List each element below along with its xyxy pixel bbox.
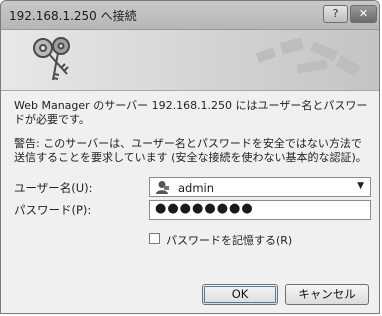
cancel-button[interactable]: キャンセル: [285, 284, 369, 305]
keys-icon: [33, 37, 70, 81]
username-label: ユーザー名(U):: [14, 181, 93, 195]
dialog-body: Web Manager のサーバー 192.168.1.250 にはユーザー名と…: [1, 91, 379, 313]
close-button[interactable]: ✕: [350, 5, 377, 23]
username-value[interactable]: admin: [178, 181, 214, 195]
ok-button[interactable]: OK: [202, 284, 278, 305]
remember-password-checkbox[interactable]: [149, 233, 160, 244]
info-message: Web Manager のサーバー 192.168.1.250 にはユーザー名と…: [14, 99, 368, 126]
password-label: パスワード(P):: [14, 203, 92, 217]
connect-dialog: 192.168.1.250 へ接続 ? ✕ Web Manager のサーバー …: [0, 0, 380, 314]
dialog-banner: [1, 30, 379, 91]
username-combobox[interactable]: admin ▼: [149, 177, 371, 197]
chevron-down-icon[interactable]: ▼: [357, 181, 364, 191]
password-mask: ●●●●●●●●: [155, 201, 254, 216]
user-icon: [156, 181, 169, 194]
warning-message: 警告: このサーバーは、ユーザー名とパスワードを安全ではない方法で送信することを…: [14, 137, 367, 164]
password-field[interactable]: ●●●●●●●●: [149, 200, 371, 220]
title-bar[interactable]: 192.168.1.250 へ接続 ? ✕: [1, 1, 379, 30]
help-button[interactable]: ?: [323, 5, 348, 23]
window-title: 192.168.1.250 へ接続: [9, 9, 137, 23]
banner-decoration: [255, 37, 361, 77]
remember-password-label[interactable]: パスワードを記憶する(R): [166, 232, 292, 248]
